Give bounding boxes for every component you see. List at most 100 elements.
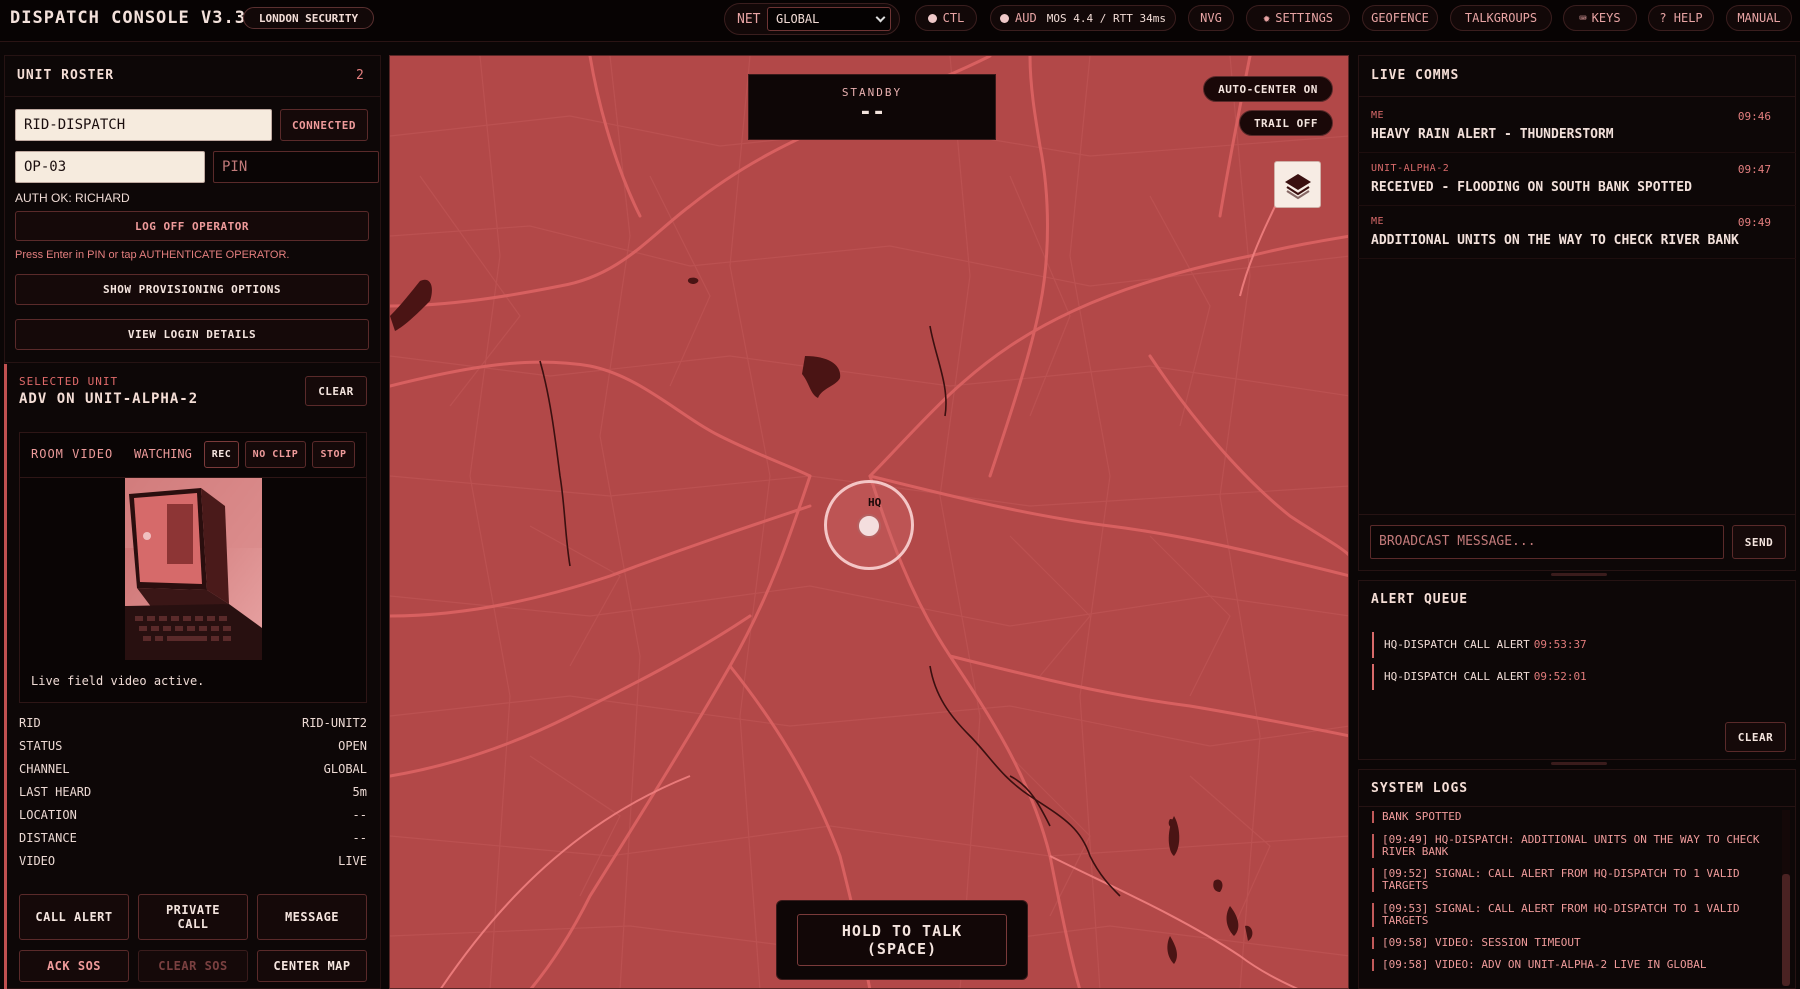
net-select[interactable]: GLOBAL [767, 7, 891, 31]
operator-input[interactable]: OP-03 [15, 151, 205, 183]
layers-button[interactable] [1274, 161, 1321, 208]
keyboard-icon: ⌨ [1579, 11, 1587, 25]
resize-handle[interactable] [1551, 762, 1607, 765]
map-view[interactable]: STANDBY -- AUTO-CENTER ON TRAIL OFF HQ H… [389, 55, 1349, 989]
no-clip-button[interactable]: NO CLIP [245, 441, 306, 468]
alert-item[interactable]: HQ-DISPATCH CALL ALERT 09:52:01 [1372, 664, 1587, 690]
rid-input[interactable]: RID-DISPATCH [15, 109, 272, 141]
ack-sos-button[interactable]: ACK SOS [19, 950, 129, 982]
live-video-frame [125, 478, 262, 660]
selected-unit-accent [4, 364, 7, 989]
clear-selection-button[interactable]: CLEAR [305, 376, 367, 406]
comm-divider [1358, 258, 1796, 259]
detail-row-distance: DISTANCE -- [19, 831, 367, 845]
hq-label: HQ [868, 496, 882, 509]
manual-button[interactable]: MANUAL [1726, 5, 1792, 31]
comm-message: UNIT-ALPHA-2 09:47 RECEIVED - FLOODING O… [1371, 163, 1771, 195]
comm-divider [1358, 205, 1796, 206]
detail-key: STATUS [19, 739, 63, 753]
comm-message: ME 09:49 ADDITIONAL UNITS ON THE WAY TO … [1371, 216, 1771, 248]
system-logs-title: SYSTEM LOGS [1371, 781, 1469, 796]
auto-center-toggle[interactable]: AUTO-CENTER ON [1203, 76, 1333, 102]
settings-button[interactable]: ✹ SETTINGS [1246, 5, 1350, 31]
logs-scrollbar-thumb[interactable] [1782, 874, 1790, 986]
comm-message: ME 09:46 HEAVY RAIN ALERT - THUNDERSTORM [1371, 110, 1771, 142]
comm-text: RECEIVED - FLOODING ON SOUTH BANK SPOTTE… [1371, 180, 1692, 195]
logs-scrollbar[interactable] [1782, 810, 1790, 986]
aud-button[interactable]: AUD MOS 4.4 / RTT 34ms [990, 5, 1176, 31]
send-button[interactable]: SEND [1732, 525, 1786, 559]
alert-time: 09:53:37 [1533, 638, 1587, 651]
logoff-operator-button[interactable]: LOG OFF OPERATOR [15, 211, 369, 241]
detail-value: -- [352, 808, 367, 822]
hold-to-talk-button[interactable]: HOLD TO TALK (SPACE) [797, 914, 1007, 966]
show-provisioning-button[interactable]: SHOW PROVISIONING OPTIONS [15, 274, 369, 305]
comm-divider [1358, 152, 1796, 153]
comm-sender: UNIT-ALPHA-2 [1371, 163, 1450, 174]
clear-alerts-button[interactable]: CLEAR [1725, 722, 1786, 752]
trail-toggle[interactable]: TRAIL OFF [1239, 110, 1333, 136]
keys-label: KEYS [1591, 11, 1621, 25]
auth-status: AUTH OK: RICHARD [15, 191, 130, 205]
roster-title: UNIT ROSTER [17, 68, 115, 83]
help-button[interactable]: ? HELP [1648, 5, 1714, 31]
ctl-label: CTL [942, 11, 965, 25]
clear-sos-button[interactable]: CLEAR SOS [138, 950, 248, 982]
private-call-button[interactable]: PRIVATE CALL [138, 894, 248, 940]
rec-button[interactable]: REC [204, 441, 239, 468]
detail-value: 5m [352, 785, 367, 799]
detail-value: RID-UNIT2 [301, 716, 367, 730]
detail-row-last-heard: LAST HEARD 5m [19, 785, 367, 799]
net-selector-group: NET GLOBAL [724, 3, 900, 35]
comm-time: 09:49 [1737, 216, 1771, 229]
auth-hint: Press Enter in PIN or tap AUTHENTICATE O… [15, 249, 290, 261]
selected-unit-title: ADV ON UNIT-ALPHA-2 [19, 391, 199, 407]
comm-text: ADDITIONAL UNITS ON THE WAY TO CHECK RIV… [1371, 233, 1739, 248]
aud-stats: MOS 4.4 / RTT 34ms [1046, 11, 1166, 25]
connected-status-button[interactable]: CONNECTED [280, 109, 368, 141]
log-entry: [09:58] VIDEO: SESSION TIMEOUT [1372, 937, 1772, 949]
logs-divider [1358, 806, 1796, 807]
roster-divider [4, 96, 381, 97]
alert-text: HQ-DISPATCH CALL ALERT [1384, 638, 1530, 651]
roster-count: 2 [356, 68, 364, 83]
detail-row-channel: CHANNEL GLOBAL [19, 762, 367, 776]
net-select-value: GLOBAL [776, 12, 820, 26]
call-alert-button[interactable]: CALL ALERT [19, 894, 129, 940]
detail-row-rid: RID RID-UNIT2 [19, 716, 367, 730]
org-badge: LONDON SECURITY [243, 7, 374, 29]
alert-queue-title: ALERT QUEUE [1371, 592, 1469, 607]
selected-unit-label: SELECTED UNIT [19, 375, 119, 388]
alert-time: 09:52:01 [1533, 670, 1587, 683]
center-map-button[interactable]: CENTER MAP [257, 950, 367, 982]
message-button[interactable]: MESSAGE [257, 894, 367, 940]
comm-text: HEAVY RAIN ALERT - THUNDERSTORM [1371, 127, 1614, 142]
detail-value: -- [352, 831, 367, 845]
video-title: ROOM VIDEO [31, 447, 114, 461]
stop-button[interactable]: STOP [312, 441, 355, 468]
section-divider [4, 362, 381, 363]
keys-button[interactable]: ⌨ KEYS [1563, 5, 1637, 31]
geofence-button[interactable]: GEOFENCE [1362, 5, 1438, 31]
layers-icon [1285, 174, 1311, 200]
chevron-down-icon [875, 12, 886, 23]
aud-label: AUD [1015, 11, 1037, 25]
live-comms-divider [1358, 96, 1796, 97]
log-entry: [09:52] SIGNAL: CALL ALERT FROM HQ-DISPA… [1372, 868, 1772, 892]
nvg-button[interactable]: NVG [1188, 5, 1234, 31]
broadcast-input[interactable]: BROADCAST MESSAGE... [1370, 525, 1724, 559]
pin-input[interactable]: PIN [213, 151, 379, 183]
comm-sender: ME [1371, 216, 1385, 227]
alert-item[interactable]: HQ-DISPATCH CALL ALERT 09:53:37 [1372, 632, 1587, 658]
view-login-details-button[interactable]: VIEW LOGIN DETAILS [15, 319, 369, 350]
ctl-button[interactable]: CTL [915, 5, 977, 31]
comms-input-divider [1358, 514, 1796, 515]
comm-time: 09:47 [1737, 163, 1771, 176]
resize-handle[interactable] [1551, 573, 1607, 576]
detail-value: LIVE [338, 854, 367, 868]
talkgroups-button[interactable]: TALKGROUPS [1450, 5, 1552, 31]
standby-value: -- [858, 100, 886, 125]
net-label: NET [737, 12, 761, 27]
detail-key: LAST HEARD [19, 785, 92, 799]
log-entry: [09:58] VIDEO: ADV ON UNIT-ALPHA-2 LIVE … [1372, 959, 1772, 971]
